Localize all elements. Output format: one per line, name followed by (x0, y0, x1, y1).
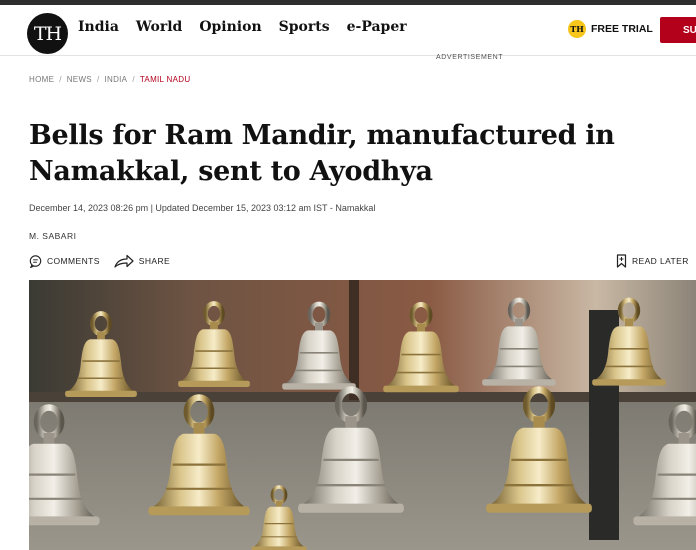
bookmark-icon (616, 254, 627, 268)
breadcrumb-separator: / (59, 75, 62, 84)
nav-item-india[interactable]: India (78, 19, 119, 35)
th-badge-icon: TH (568, 20, 586, 38)
breadcrumb-india[interactable]: INDIA (104, 75, 127, 84)
article-dateline: December 14, 2023 08:26 pm | Updated Dec… (29, 203, 376, 213)
article-author[interactable]: M. SABARI (29, 231, 76, 241)
share-button[interactable]: SHARE (114, 254, 170, 268)
comment-icon (29, 254, 42, 268)
headline-line-2: Namakkal, sent to Ayodhya (29, 156, 433, 187)
article-headline: Bells for Ram Mandir, manufactured in Na… (29, 118, 669, 190)
nav-item-epaper[interactable]: e-Paper (347, 19, 407, 35)
main-nav: India World Opinion Sports e-Paper (78, 19, 424, 35)
site-header: TH India World Opinion Sports e-Paper TH… (0, 5, 696, 56)
nav-item-opinion[interactable]: Opinion (199, 19, 261, 35)
nav-item-world[interactable]: World (136, 19, 182, 35)
headline-line-1: Bells for Ram Mandir, manufactured in (29, 120, 615, 151)
share-label: SHARE (138, 256, 171, 266)
free-trial-link[interactable]: TH FREE TRIAL (568, 20, 653, 38)
comments-label: COMMENTS (47, 256, 100, 266)
breadcrumb-home[interactable]: HOME (29, 75, 54, 84)
site-logo[interactable]: TH (27, 13, 68, 54)
breadcrumb-separator: / (132, 75, 135, 84)
free-trial-label: FREE TRIAL (591, 23, 653, 35)
read-later-label: READ LATER (632, 256, 689, 266)
article-actions: COMMENTS SHARE (29, 254, 184, 268)
read-later-button[interactable]: READ LATER (616, 254, 689, 268)
breadcrumb-separator: / (96, 75, 100, 84)
bells-photo-illustration (29, 280, 696, 550)
article-hero-image[interactable] (29, 280, 696, 550)
subscribe-label: SU (683, 24, 696, 36)
nav-item-sports[interactable]: Sports (279, 19, 330, 35)
breadcrumb-news[interactable]: NEWS (67, 75, 92, 84)
logo-text: TH (33, 22, 62, 45)
comments-button[interactable]: COMMENTS (29, 254, 100, 268)
share-icon (114, 254, 134, 268)
subscribe-button[interactable]: SU (660, 17, 696, 43)
advertisement-label: ADVERTISEMENT (436, 54, 504, 61)
breadcrumb-tamil-nadu[interactable]: TAMIL NADU (140, 75, 191, 84)
breadcrumb: HOME / NEWS / INDIA / TAMIL NADU (29, 75, 190, 84)
